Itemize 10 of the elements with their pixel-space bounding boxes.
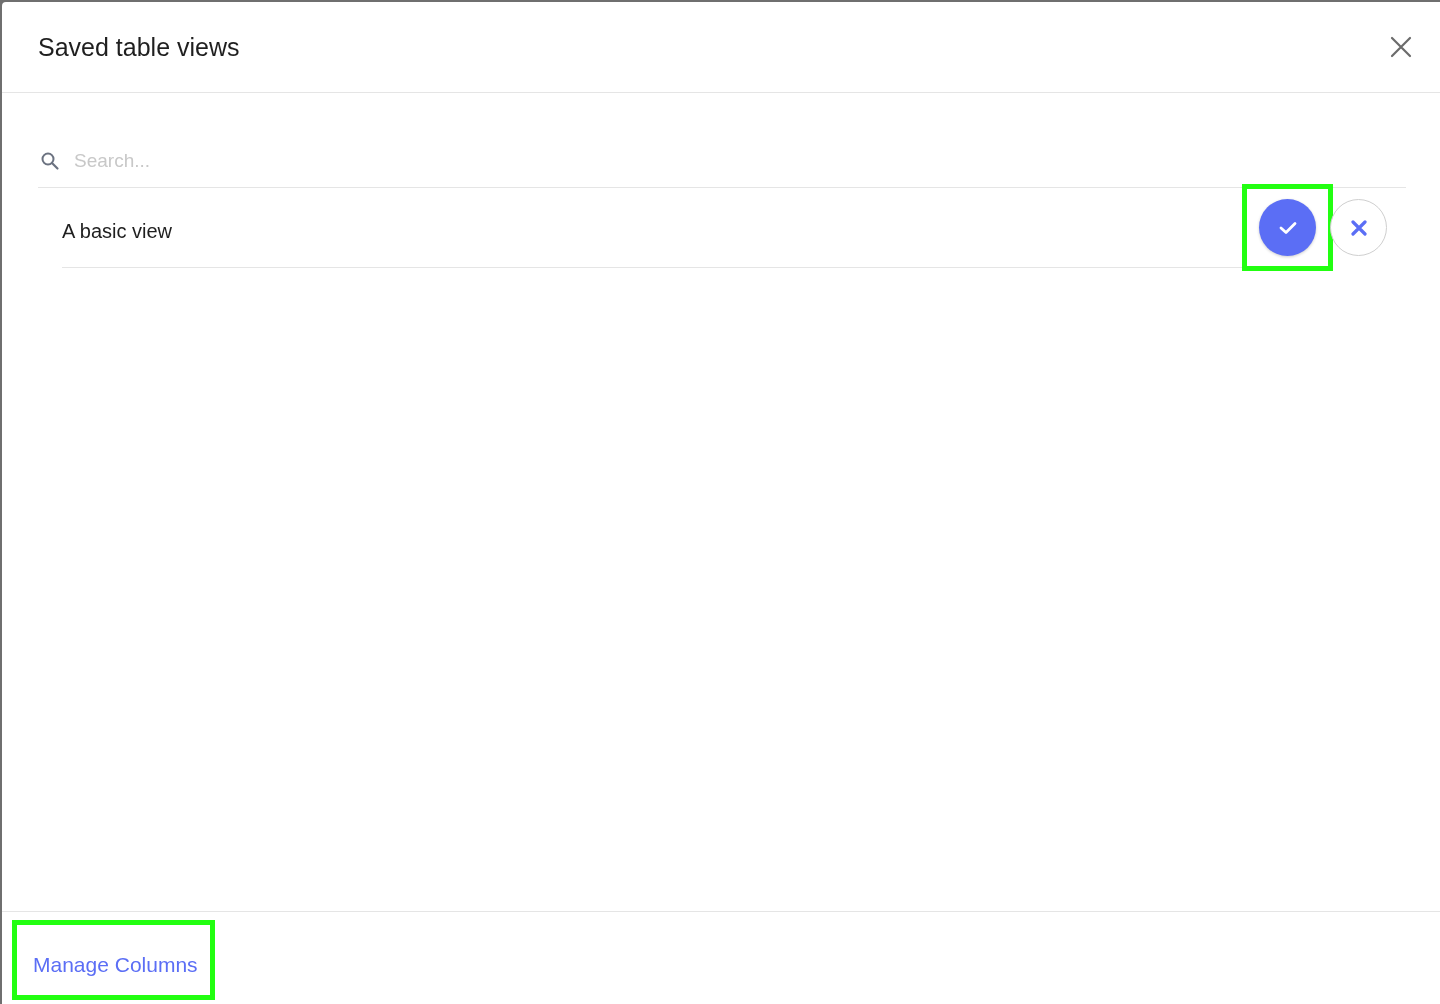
search-icon [40,151,60,171]
apply-button[interactable] [1259,199,1316,256]
dialog-title: Saved table views [38,32,240,62]
view-name[interactable]: A basic view [62,219,173,243]
check-icon [1278,220,1297,235]
close-icon [1390,36,1412,58]
delete-button[interactable] [1330,199,1387,256]
close-icon [1350,219,1367,236]
close-button[interactable] [1388,34,1414,60]
manage-columns-link[interactable]: Manage Columns [33,953,198,977]
